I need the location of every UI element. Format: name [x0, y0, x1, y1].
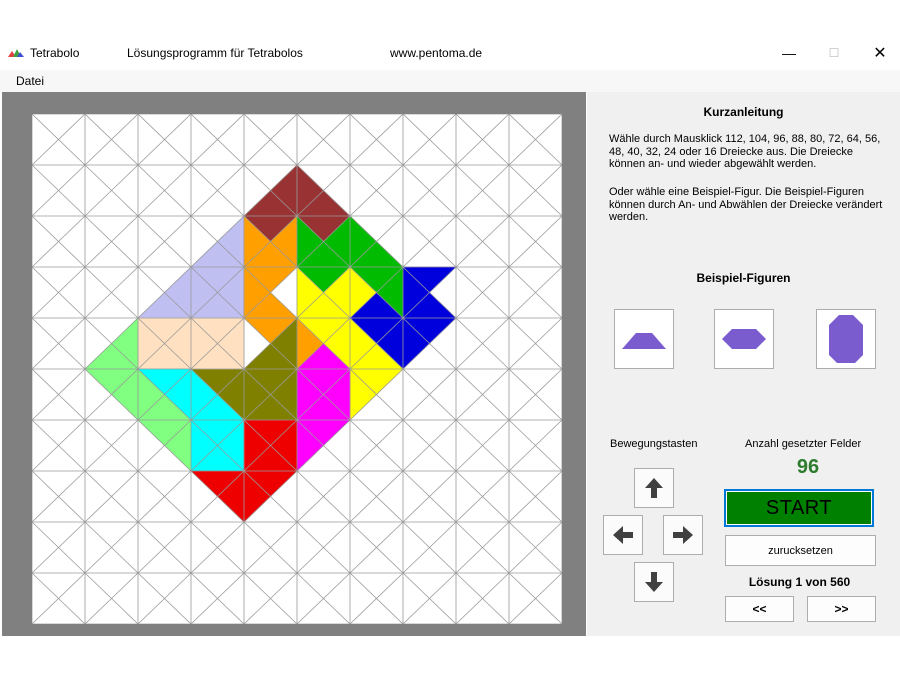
move-up-button[interactable]	[634, 468, 674, 508]
previous-solution-button[interactable]: <<	[725, 596, 794, 622]
solution-counter: Lösung 1 von 560	[748, 575, 851, 589]
reset-label: zurucksetzen	[768, 544, 833, 557]
app-subtitle: Lösungsprogramm für Tetrabolos	[127, 46, 303, 60]
close-icon: ✕	[873, 45, 887, 62]
reset-button[interactable]: zurucksetzen	[725, 535, 876, 566]
previous-label: <<	[752, 602, 767, 616]
maximize-icon: ☐	[828, 46, 840, 60]
movement-label: Bewegungstasten	[610, 438, 698, 450]
app-logo-icon	[8, 49, 24, 57]
arrow-right-icon	[673, 526, 693, 544]
instructions-text-1: Wähle durch Mausklick 112, 104, 96, 88, …	[609, 133, 881, 170]
move-left-button[interactable]	[603, 515, 643, 555]
app-title: Tetrabolo	[30, 46, 80, 60]
start-label: START	[765, 496, 833, 519]
arrow-up-icon	[645, 478, 663, 498]
title-bar: Tetrabolo Lösungsprogramm für Tetrabolos…	[0, 32, 900, 70]
minimize-icon: —	[782, 45, 796, 61]
move-down-button[interactable]	[634, 562, 674, 602]
arrow-down-icon	[645, 572, 663, 592]
figure-3-icon	[829, 315, 863, 363]
website-label: www.pentoma.de	[390, 46, 483, 60]
maximize-button[interactable]: ☐	[811, 40, 857, 66]
instructions-text-2: Oder wähle eine Beispiel-Figur. Die Beis…	[609, 186, 883, 223]
examples-title: Beispiel-Figuren	[696, 271, 791, 285]
panel-title: Kurzanleitung	[703, 105, 784, 119]
menu-datei[interactable]: Datei	[16, 74, 44, 88]
minimize-button[interactable]: —	[766, 40, 812, 66]
start-button[interactable]: START	[724, 489, 874, 527]
example-figure-2-button[interactable]	[714, 309, 774, 369]
menu-bar: Datei	[0, 70, 900, 92]
figure-2-icon	[722, 329, 766, 349]
example-figure-3-button[interactable]	[816, 309, 876, 369]
figure-1-icon	[622, 333, 666, 349]
example-figure-1-button[interactable]	[614, 309, 674, 369]
move-right-button[interactable]	[663, 515, 703, 555]
puzzle-board[interactable]	[32, 114, 562, 624]
count-value: 96	[796, 456, 820, 478]
control-panel: Kurzanleitung Wähle durch Mausklick 112,…	[587, 92, 900, 636]
count-label: Anzahl gesetzter Felder	[745, 438, 862, 450]
next-label: >>	[834, 602, 849, 616]
board-area	[2, 92, 586, 636]
close-button[interactable]: ✕	[857, 40, 900, 66]
next-solution-button[interactable]: >>	[807, 596, 876, 622]
arrow-left-icon	[613, 526, 633, 544]
